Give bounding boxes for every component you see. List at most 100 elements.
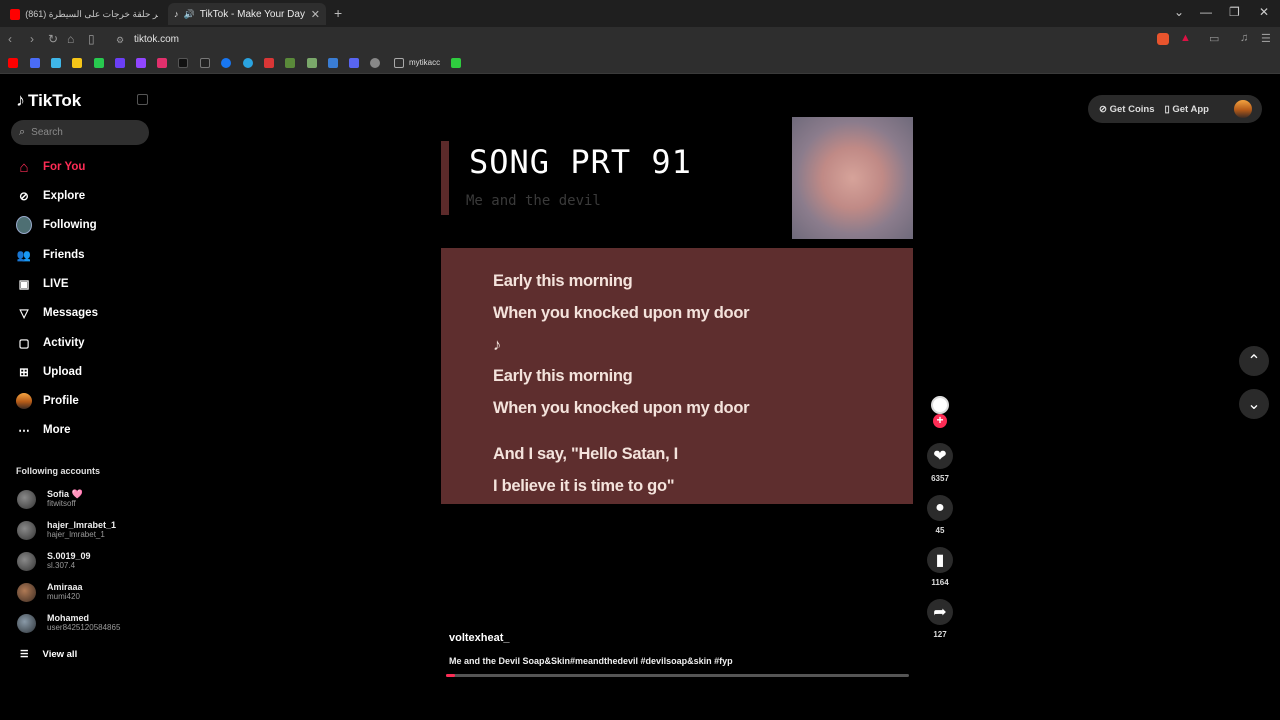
share-count: 127 <box>933 630 947 639</box>
bookmark-icon[interactable] <box>451 58 461 68</box>
account-name: S.0019_09 <box>47 551 91 561</box>
close-tab-icon[interactable]: ✕ <box>311 8 320 21</box>
nav-for-you[interactable]: ⌂ For You <box>16 159 85 176</box>
facebook-bookmark-icon[interactable] <box>221 58 231 68</box>
creator-avatar[interactable] <box>931 396 949 414</box>
youtube-bookmark-icon[interactable] <box>8 58 18 68</box>
bookmark-icon[interactable] <box>285 58 295 68</box>
share-icon[interactable]: ➦ <box>927 599 953 625</box>
get-app-label: Get App <box>1172 103 1209 115</box>
comment-count: 45 <box>935 526 945 535</box>
rewards-icon[interactable]: ▲ <box>1180 32 1191 44</box>
reload-icon[interactable]: ↻ <box>48 32 58 46</box>
bookmark-icon[interactable]: ▯ <box>88 32 95 46</box>
media-icon[interactable]: ♫ <box>1240 32 1248 44</box>
nav-activity[interactable]: ▢ Activity <box>16 335 85 351</box>
avatar <box>17 520 36 540</box>
bookmark-icon[interactable] <box>30 58 40 68</box>
following-accounts-title: Following accounts <box>16 466 101 476</box>
discord-bookmark-icon[interactable] <box>349 58 359 68</box>
nav-upload[interactable]: ⊞ Upload <box>16 364 82 380</box>
site-info-icon[interactable]: ⚙ <box>116 35 124 46</box>
close-window-button[interactable]: ✕ <box>1259 5 1269 19</box>
avatar <box>17 551 36 571</box>
get-coins-button[interactable]: ⊘ Get Coins <box>1099 104 1154 115</box>
nav-label: Upload <box>43 366 82 378</box>
instagram-bookmark-icon[interactable] <box>157 58 167 68</box>
title-accent-bar <box>441 141 449 215</box>
twitch-bookmark-icon[interactable] <box>136 58 146 68</box>
profile-avatar[interactable] <box>1234 100 1252 118</box>
share-action[interactable]: ➦ 127 <box>927 599 953 639</box>
header-actions: ⊘ Get Coins ▯ Get App <box>1088 95 1262 123</box>
bookmark-folder-label[interactable]: mytikacc <box>409 58 440 67</box>
following-account[interactable]: hajer_lmrabet_1 hajer_lmrabet_1 <box>17 520 116 540</box>
x-bookmark-icon[interactable] <box>200 58 210 68</box>
back-icon[interactable]: ‹ <box>8 32 12 46</box>
minimize-button[interactable]: — <box>1200 5 1212 19</box>
browser-tab-tiktok[interactable]: ♪ 🔊 TikTok - Make Your Day ✕ <box>168 3 326 25</box>
following-account[interactable]: S.0019_09 sl.307.4 <box>17 551 91 571</box>
tiktok-bookmark-icon[interactable] <box>178 58 188 68</box>
following-account[interactable]: Sofia 🩷 fitwitsoff <box>17 489 83 509</box>
following-account[interactable]: Mohamed user8425120584865 <box>17 613 120 633</box>
telegram-bookmark-icon[interactable] <box>243 58 253 68</box>
nav-friends[interactable]: 👥 Friends <box>16 247 85 263</box>
comment-icon[interactable]: ● <box>927 495 953 521</box>
nav-messages[interactable]: ▽ Messages <box>16 305 98 321</box>
save-action[interactable]: ▮ 1164 <box>927 547 953 587</box>
bookmark-icon[interactable] <box>328 58 338 68</box>
following-account[interactable]: Amiraaa mumi420 <box>17 582 83 602</box>
follow-plus-button[interactable]: + <box>933 414 947 428</box>
search-input[interactable]: ⌕ Search <box>11 120 149 145</box>
get-app-button[interactable]: ▯ Get App <box>1164 104 1208 115</box>
bookmark-icon[interactable] <box>51 58 61 68</box>
bookmark-icon[interactable] <box>115 58 125 68</box>
folder-icon[interactable] <box>394 58 404 68</box>
forward-icon[interactable]: › <box>30 32 34 46</box>
nav-profile[interactable]: Profile <box>16 393 79 409</box>
chevron-down-icon[interactable]: ⌄ <box>1174 5 1184 19</box>
restore-button[interactable]: ❐ <box>1229 5 1240 19</box>
home-icon[interactable]: ⌂ <box>67 32 74 46</box>
lyric-line: I believe it is time to go" <box>493 477 675 495</box>
browser-tab-youtube[interactable]: (861) أكثر حلقة خرجات على السيطرة <box>4 3 164 25</box>
tiktok-logo[interactable]: ♪ TikTok <box>16 90 81 111</box>
nav-label: Friends <box>43 249 85 261</box>
url-field[interactable]: tiktok.com <box>134 34 179 45</box>
browser-tab-bar: (861) أكثر حلقة خرجات على السيطرة ♪ 🔊 Ti… <box>0 0 1280 27</box>
avatar <box>17 582 36 602</box>
activity-icon: ▢ <box>18 338 30 350</box>
bookmark-icon[interactable] <box>307 58 317 68</box>
like-action[interactable]: ❤ 6357 <box>927 443 953 483</box>
nav-explore[interactable]: ⊘ Explore <box>16 188 85 204</box>
video-author[interactable]: voltexheat_ <box>449 632 510 644</box>
bookmark-icon[interactable] <box>94 58 104 68</box>
more-icon: ⋯ <box>18 425 30 437</box>
live-icon: ▣ <box>18 279 30 291</box>
view-all-button[interactable]: ☰ View all <box>20 649 77 660</box>
bookmark-icon[interactable] <box>264 58 274 68</box>
comment-action[interactable]: ● 45 <box>927 495 953 535</box>
collapse-sidebar-icon[interactable] <box>137 94 148 105</box>
nav-label: Activity <box>43 337 85 349</box>
sidebar-toggle-icon[interactable]: ▭ <box>1209 32 1219 45</box>
bookmark-icon[interactable] <box>370 58 380 68</box>
nav-following[interactable]: Following <box>16 216 97 234</box>
menu-icon[interactable]: ☰ <box>1261 32 1271 45</box>
next-video-button[interactable]: ⌄ <box>1239 389 1269 419</box>
video-player[interactable]: SONG PRT 91 Me and the devil Early this … <box>441 117 913 504</box>
nav-more[interactable]: ⋯ More <box>16 422 70 438</box>
chevron-up-icon: ⌃ <box>1247 353 1261 370</box>
brave-shield-icon[interactable] <box>1157 33 1169 45</box>
video-song-title: SONG PRT 91 <box>469 143 692 181</box>
bookmark-icon[interactable]: ▮ <box>927 547 953 573</box>
new-tab-button[interactable]: + <box>334 5 342 21</box>
nav-live[interactable]: ▣ LIVE <box>16 276 69 292</box>
heart-icon[interactable]: ❤ <box>927 443 953 469</box>
video-progress-bar[interactable] <box>446 674 909 677</box>
previous-video-button[interactable]: ⌃ <box>1239 346 1269 376</box>
bookmark-icon[interactable] <box>72 58 82 68</box>
messages-icon: ▽ <box>19 308 29 320</box>
tiktok-note-icon: ♪ <box>16 90 25 110</box>
